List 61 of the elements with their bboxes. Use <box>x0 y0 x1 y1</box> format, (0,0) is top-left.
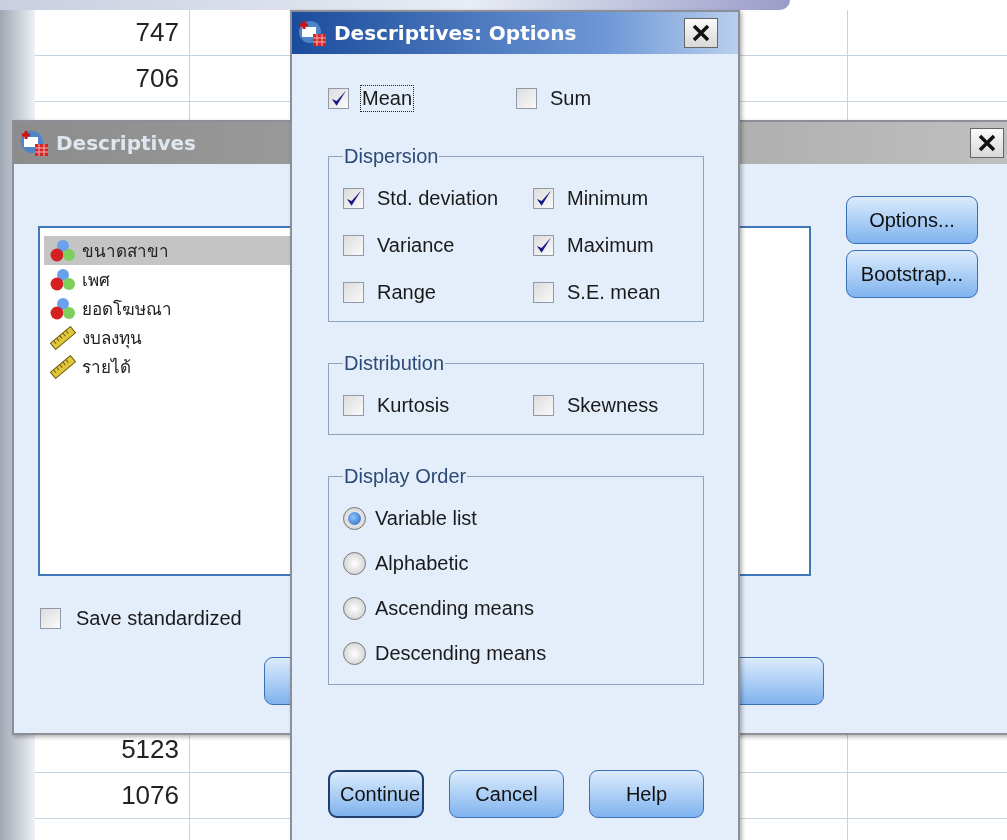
table-icon <box>20 129 50 157</box>
dialog-button[interactable]: Cancel <box>449 770 564 818</box>
variable-name: ขนาดสาขา <box>82 240 169 263</box>
checkbox[interactable] <box>328 88 349 109</box>
checkbox-label: S.E. mean <box>566 280 662 305</box>
close-icon <box>978 134 996 152</box>
table-icon <box>298 19 328 47</box>
group-title: Dispersion <box>343 145 440 168</box>
checkbox-label: Sum <box>549 86 593 111</box>
window-title: Descriptives <box>56 131 197 155</box>
nominal-variable-icon <box>50 238 76 263</box>
dialog-button[interactable]: Continue <box>328 770 424 818</box>
checkbox[interactable] <box>343 188 364 209</box>
variable-name: งบลงทุน <box>82 327 142 351</box>
checkbox[interactable] <box>533 282 554 303</box>
checkbox[interactable] <box>343 395 364 416</box>
radio-button[interactable] <box>343 597 366 620</box>
checkbox[interactable] <box>343 235 364 256</box>
radio-button[interactable] <box>343 552 366 575</box>
checkbox-label: Mean <box>361 86 414 111</box>
table-cell: 706 <box>35 56 190 101</box>
radio-label: Variable list <box>374 506 478 531</box>
dialog-button[interactable]: Options... <box>846 196 978 244</box>
dialog-button[interactable]: Bootstrap... <box>846 250 978 298</box>
variable-item[interactable]: ยอดโฆษณา <box>44 294 336 323</box>
radio-label: Ascending means <box>374 596 535 621</box>
checkbox-label: Variance <box>376 233 456 258</box>
close-button[interactable] <box>684 18 718 48</box>
dialog-button[interactable]: Help <box>589 770 704 818</box>
variable-item[interactable]: เพศ <box>44 265 336 294</box>
variable-name: ยอดโฆษณา <box>82 298 172 321</box>
checkbox-label: Std. deviation <box>376 186 500 211</box>
checkbox[interactable] <box>533 395 554 416</box>
radio-label: Descending means <box>374 641 548 666</box>
close-icon <box>692 24 710 42</box>
checkbox[interactable] <box>533 235 554 256</box>
radio-button[interactable] <box>343 642 366 665</box>
nominal-variable-icon <box>50 296 76 321</box>
nominal-variable-icon <box>50 267 76 292</box>
checkbox[interactable] <box>516 88 537 109</box>
checkbox-label: Kurtosis <box>376 393 451 418</box>
checkbox-label: Range <box>376 280 437 305</box>
checkbox-label: Maximum <box>566 233 655 258</box>
checkbox-label: Save standardized <box>75 606 243 631</box>
variable-item[interactable]: รายได้ <box>44 352 336 381</box>
variable-item[interactable]: งบลงทุน <box>44 323 336 352</box>
table-cell: 747 <box>35 10 190 55</box>
close-button[interactable] <box>970 128 1004 158</box>
group-title: Distribution <box>343 352 446 375</box>
checkbox-label: Skewness <box>566 393 660 418</box>
variable-name: เพศ <box>82 269 110 292</box>
checkbox[interactable] <box>343 282 364 303</box>
table-cell: 1076 <box>35 773 190 818</box>
variable-name: รายได้ <box>82 356 131 379</box>
group-title: Display Order <box>343 465 468 488</box>
radio-button[interactable] <box>343 507 366 530</box>
checkbox-label: Minimum <box>566 186 650 211</box>
radio-label: Alphabetic <box>374 551 470 576</box>
checkbox[interactable] <box>40 608 61 629</box>
window-title: Descriptives: Options <box>334 21 578 45</box>
checkbox[interactable] <box>533 188 554 209</box>
